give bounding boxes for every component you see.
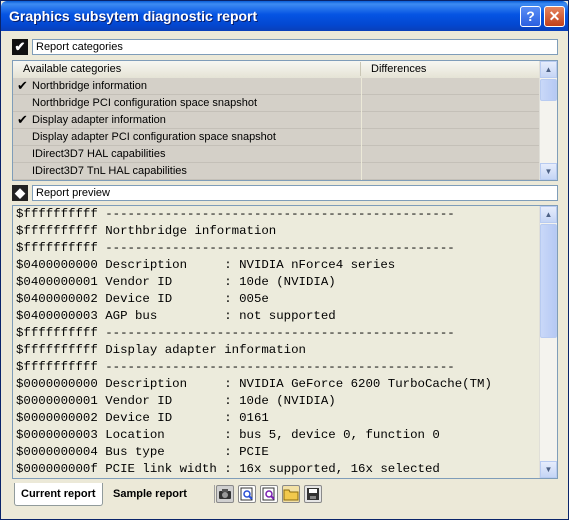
row-column-separator [361, 95, 362, 112]
report-line: $0000000001 Vendor ID : 10de (NVIDIA) [16, 394, 336, 408]
close-button[interactable]: ✕ [544, 6, 565, 27]
scroll-up-button[interactable]: ▲ [540, 61, 557, 78]
category-row[interactable]: Display adapter PCI configuration space … [13, 129, 541, 146]
camera-icon[interactable] [216, 485, 234, 503]
report-line: $0400000001 Vendor ID : 10de (NVIDIA) [16, 275, 336, 289]
report-line: $0000000003 Location : bus 5, device 0, … [16, 428, 440, 442]
report-line: $000000000f PCIE link width : 16x suppor… [16, 462, 440, 476]
column-separator[interactable] [360, 62, 361, 76]
category-row[interactable]: IDirect3D7 HAL capabilities [13, 146, 541, 163]
checkmark-icon[interactable]: ✔ [17, 113, 31, 127]
checkmark-icon[interactable]: ✔ [17, 79, 31, 93]
window-title: Graphics subsytem diagnostic report [9, 8, 258, 24]
preview-scroll-up-button[interactable]: ▲ [540, 206, 557, 223]
report-line: $0400000002 Device ID : 005e [16, 292, 269, 306]
category-label: Northbridge information [32, 80, 147, 92]
category-row[interactable]: IDirect3D7 TnL HAL capabilities [13, 163, 541, 180]
scroll-down-button[interactable]: ▼ [540, 163, 557, 180]
report-line: $ffffffffff ----------------------------… [16, 241, 455, 255]
category-label: Display adapter information [32, 114, 166, 126]
report-preview-label: Report preview [32, 185, 558, 201]
open-folder-icon[interactable] [282, 485, 300, 503]
category-row[interactable]: ✔ Display adapter information [13, 112, 541, 129]
report-tab-bar: Current report Sample report [12, 481, 558, 507]
row-column-separator [361, 112, 362, 129]
report-categories-label: Report categories [32, 39, 558, 55]
report-line: $0000000002 Device ID : 0161 [16, 411, 269, 425]
categories-list: Available categories Differences ✔ Northb… [12, 60, 558, 181]
report-categories-header: ✔ Report categories [12, 39, 558, 55]
report-line: $ffffffffff Display adapter information [16, 343, 306, 357]
list-header: Available categories Differences [13, 61, 541, 79]
preview-scroll-down-button[interactable]: ▼ [540, 461, 557, 478]
category-label: IDirect3D7 HAL capabilities [32, 148, 166, 160]
preview-scroll-thumb[interactable] [540, 224, 557, 338]
save-disk-icon[interactable] [304, 485, 322, 503]
report-preview-header: ◆ Report preview [12, 185, 558, 201]
report-line: $ffffffffff ----------------------------… [16, 360, 455, 374]
category-label: Northbridge PCI configuration space snap… [32, 97, 258, 109]
preview-scrollbar[interactable]: ▲ ▼ [539, 206, 557, 478]
report-window: Graphics subsytem diagnostic report ? ✕ … [0, 0, 569, 520]
report-line: $0400000003 AGP bus : not supported [16, 309, 336, 323]
category-row[interactable]: Northbridge PCI configuration space snap… [13, 95, 541, 112]
report-line: $0400000000 Description : NVIDIA nForce4… [16, 258, 396, 272]
help-button[interactable]: ? [520, 6, 541, 27]
tab-current-report[interactable]: Current report [14, 483, 103, 506]
title-bar[interactable]: Graphics subsytem diagnostic report ? ✕ [1, 1, 568, 31]
report-categories-checkbox[interactable]: ✔ [12, 39, 28, 55]
tab-sample-report[interactable]: Sample report [107, 483, 193, 505]
report-line: $0000000004 Bus type : PCIE [16, 445, 269, 459]
toolbar-separator [214, 485, 215, 503]
report-line: $ffffffffff Northbridge information [16, 224, 277, 238]
column-differences[interactable]: Differences [371, 61, 426, 78]
row-column-separator [361, 163, 362, 180]
categories-scrollbar[interactable]: ▲ ▼ [539, 61, 557, 180]
report-text[interactable]: $ffffffffff ----------------------------… [13, 206, 541, 478]
report-line: $0000000000 Description : NVIDIA GeForce… [16, 377, 492, 391]
category-label: IDirect3D7 TnL HAL capabilities [32, 165, 187, 177]
scroll-thumb[interactable] [540, 79, 557, 101]
category-row[interactable]: ✔ Northbridge information [13, 78, 541, 95]
compare-report-icon[interactable] [260, 485, 278, 503]
report-line: $ffffffffff ----------------------------… [16, 207, 455, 221]
report-preview-panel: $ffffffffff ----------------------------… [12, 205, 558, 479]
row-column-separator [361, 78, 362, 95]
category-label: Display adapter PCI configuration space … [32, 131, 276, 143]
row-column-separator [361, 129, 362, 146]
preview-report-icon[interactable] [238, 485, 256, 503]
report-line: $ffffffffff ----------------------------… [16, 326, 455, 340]
row-column-separator [361, 146, 362, 163]
column-available-categories[interactable]: Available categories [23, 61, 121, 78]
category-rows: ✔ Northbridge information Northbridge PCI … [13, 78, 541, 180]
report-preview-icon: ◆ [12, 185, 28, 201]
